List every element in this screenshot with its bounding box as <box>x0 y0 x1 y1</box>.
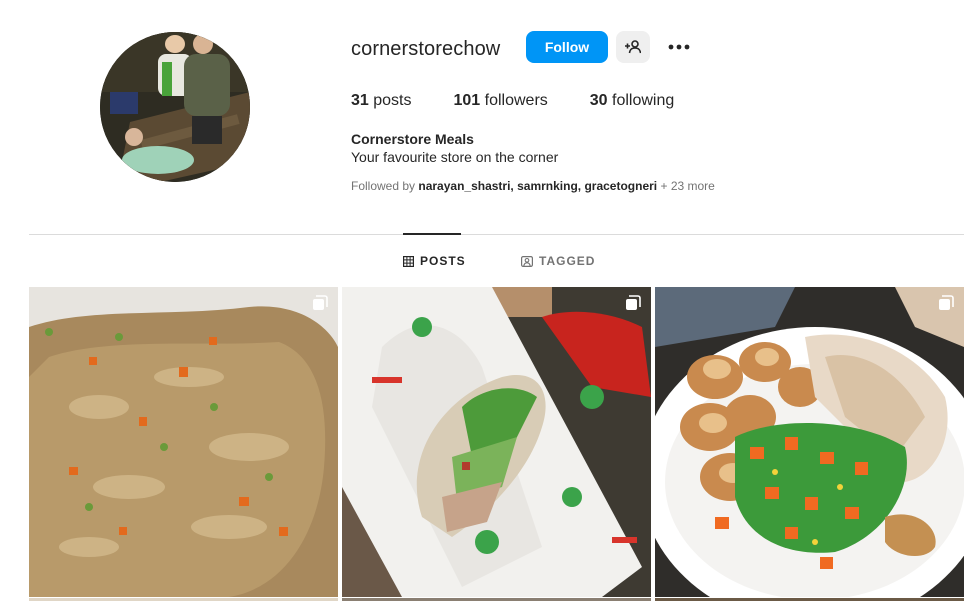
post-photo-roast-dinner <box>655 287 964 597</box>
tag-person-icon <box>521 255 533 267</box>
tab-tagged[interactable]: TAGGED <box>521 254 595 268</box>
following-stat[interactable]: 30 following <box>590 92 675 110</box>
profile-username: cornerstorechow <box>351 38 501 60</box>
carousel-icon <box>313 295 328 310</box>
followers-stat[interactable]: 101 followers <box>453 92 547 110</box>
person-plus-icon <box>625 40 641 54</box>
post-tile[interactable] <box>655 287 964 597</box>
profile-stats: 31 posts 101 followers 30 following <box>351 92 716 110</box>
followers-label: followers <box>480 92 548 109</box>
grid-icon <box>403 255 414 267</box>
carousel-icon <box>626 295 641 310</box>
posts-stat: 31 posts <box>351 92 411 110</box>
following-count: 30 <box>589 92 608 109</box>
followers-count: 101 <box>453 92 481 109</box>
following-label: following <box>607 92 675 109</box>
post-tile[interactable] <box>29 287 338 597</box>
followed-by-prefix: Followed by <box>351 179 419 193</box>
tabs-divider <box>29 234 964 235</box>
carousel-icon <box>939 295 954 310</box>
followed-by[interactable]: Followed by narayan_shastri, samrnking, … <box>351 179 715 193</box>
followed-by-names: narayan_shastri, samrnking, gracetogneri <box>418 179 658 193</box>
active-tab-indicator <box>403 233 461 235</box>
post-photo-fried-rice <box>29 287 338 597</box>
post-tile[interactable] <box>342 287 651 597</box>
posts-label: posts <box>368 92 412 109</box>
tab-posts[interactable]: POSTS <box>403 254 466 268</box>
profile-avatar[interactable] <box>100 32 250 182</box>
followed-by-more: + 23 more <box>657 179 715 193</box>
follow-button[interactable]: Follow <box>526 31 608 63</box>
post-photo-wrap <box>342 287 651 597</box>
more-options-button[interactable] <box>664 35 694 59</box>
avatar-photo <box>100 32 250 182</box>
tab-posts-label: POSTS <box>420 254 466 268</box>
tab-tagged-label: TAGGED <box>539 254 596 268</box>
profile-full-name: Cornerstore Meals <box>351 131 474 147</box>
ellipsis-icon <box>668 44 690 50</box>
posts-count: 31 <box>351 92 369 109</box>
profile-bio: Your favourite store on the corner <box>351 149 559 165</box>
suggest-similar-button[interactable] <box>616 31 650 63</box>
